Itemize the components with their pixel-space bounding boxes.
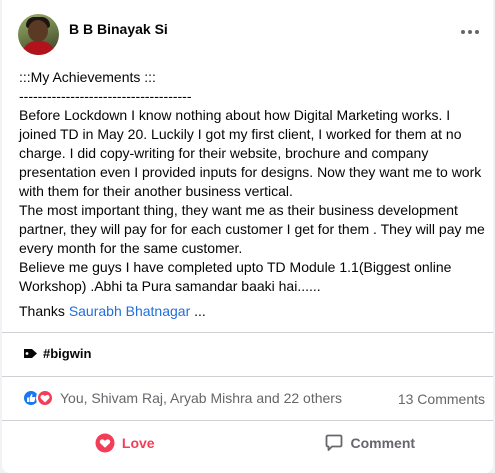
divider bbox=[2, 376, 493, 377]
thanks-line: Thanks Saurabh Bhatnagar ... bbox=[19, 303, 206, 319]
comment-icon bbox=[326, 434, 343, 451]
comment-label: Comment bbox=[350, 435, 416, 451]
post-card: B B Binayak Si :::My Achievements ::: --… bbox=[2, 0, 493, 473]
comment-button[interactable]: Comment bbox=[248, 428, 494, 458]
thanks-prefix: Thanks bbox=[19, 303, 69, 319]
reaction-names: You, Shivam Raj, Aryab Mishra and 22 oth… bbox=[60, 390, 342, 406]
reactions-summary[interactable]: You, Shivam Raj, Aryab Mishra and 22 oth… bbox=[22, 389, 342, 407]
love-icon bbox=[36, 389, 54, 407]
love-label: Love bbox=[121, 435, 155, 451]
mention-link[interactable]: Saurabh Bhatnagar bbox=[69, 303, 190, 319]
love-button[interactable]: Love bbox=[2, 428, 248, 458]
post-text: :::My Achievements ::: -----------------… bbox=[19, 69, 485, 294]
hashtag-label: #bigwin bbox=[43, 346, 92, 361]
hashtag-topic[interactable]: #bigwin bbox=[24, 346, 91, 361]
more-options-icon[interactable] bbox=[461, 28, 479, 36]
thanks-suffix: ... bbox=[190, 303, 206, 319]
action-bar: Love Comment bbox=[2, 428, 493, 458]
comments-count[interactable]: 13 Comments bbox=[398, 391, 485, 407]
divider bbox=[2, 332, 493, 333]
post-header: B B Binayak Si bbox=[18, 14, 168, 55]
love-heart-icon bbox=[95, 433, 115, 453]
avatar[interactable] bbox=[18, 14, 59, 55]
author-name[interactable]: B B Binayak Si bbox=[69, 21, 168, 37]
divider bbox=[2, 420, 493, 421]
tag-icon bbox=[24, 349, 37, 358]
